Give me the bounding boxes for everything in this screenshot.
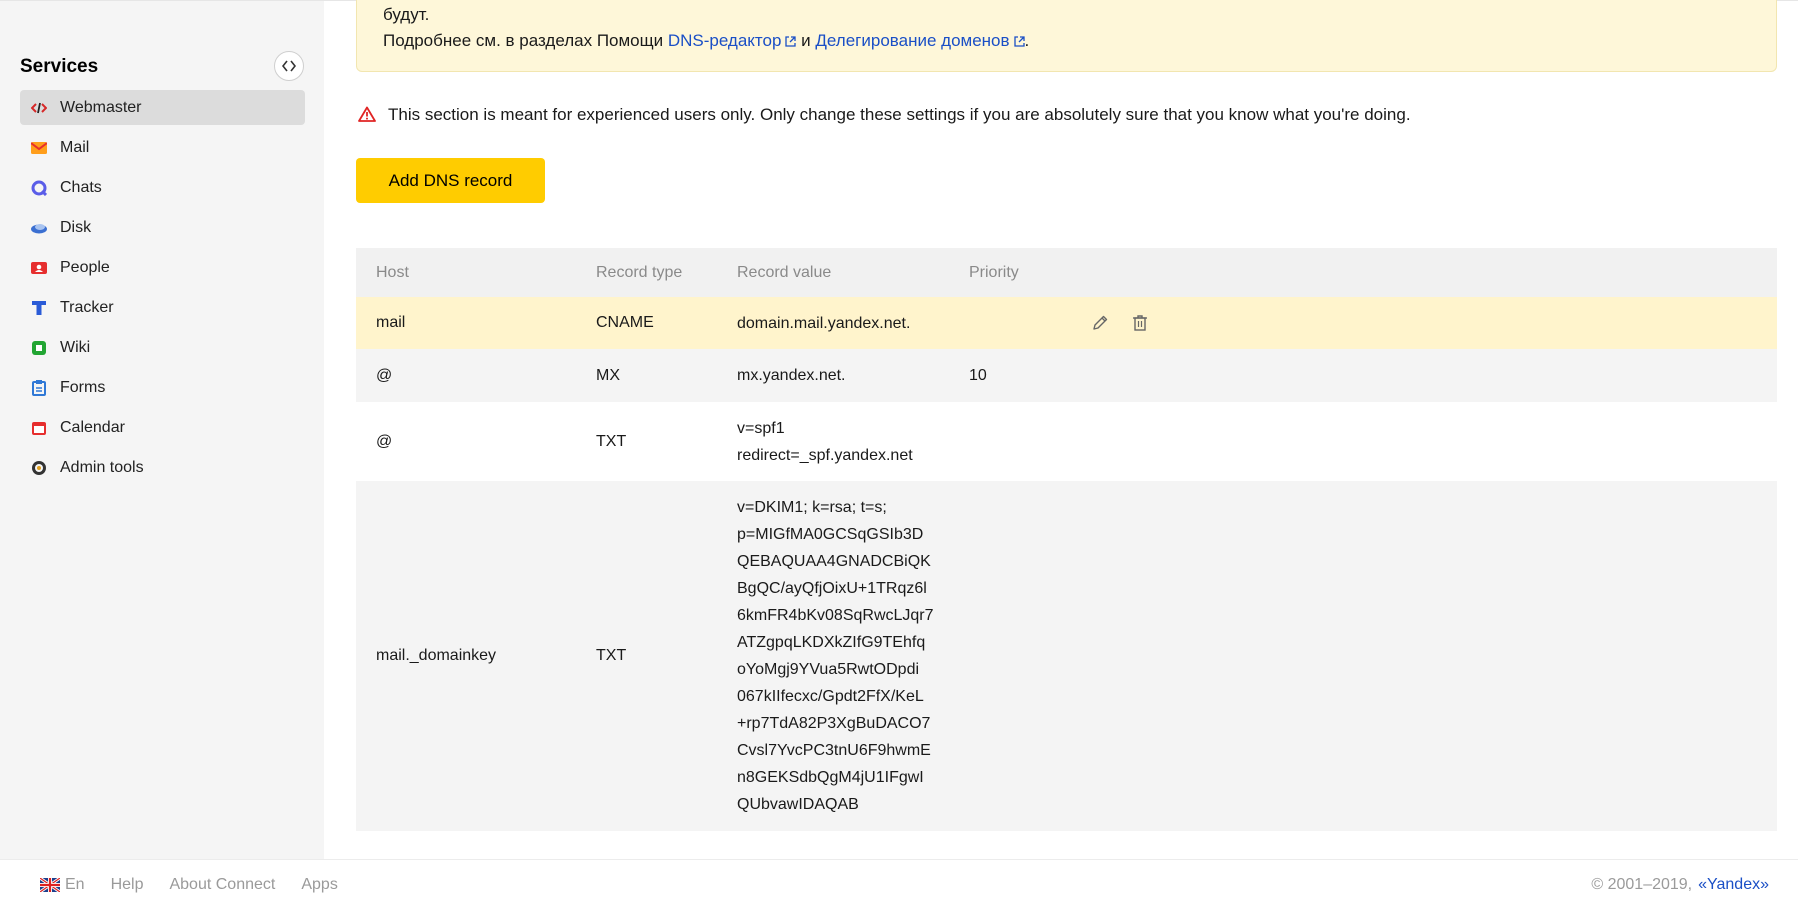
table-row[interactable]: @ MX mx.yandex.net. 10 — [356, 349, 1777, 402]
sidebar-item-admin-tools[interactable]: Admin tools — [20, 450, 305, 485]
language-label: En — [65, 876, 85, 893]
cell-priority: 10 — [969, 366, 987, 384]
sidebar-item-calendar[interactable]: Calendar — [20, 410, 305, 445]
warning-triangle-icon — [358, 106, 376, 124]
yandex-link[interactable]: «Yandex» — [1698, 876, 1769, 894]
sidebar-item-label: Wiki — [60, 338, 91, 356]
banner-connector: и — [796, 31, 816, 50]
table-row[interactable]: @ TXT v=spf1 redirect=_spf.yandex.net — [356, 402, 1777, 481]
pencil-icon — [1093, 315, 1108, 330]
about-connect-link[interactable]: About Connect — [169, 876, 275, 894]
dns-records-table: Host Record type Record value Priority m… — [356, 248, 1777, 831]
edit-record-button[interactable] — [1089, 312, 1111, 334]
domain-delegation-link[interactable]: Делегирование доменов — [815, 31, 1025, 50]
banner-prefix: Подробнее см. в разделах Помощи — [383, 31, 668, 50]
wiki-icon — [30, 339, 48, 357]
webmaster-icon — [30, 99, 48, 117]
help-link[interactable]: Help — [111, 876, 144, 894]
sidebar-item-mail[interactable]: Mail — [20, 130, 305, 165]
cell-record-value: v=spf1 redirect=_spf.yandex.net — [737, 419, 913, 464]
sidebar-item-wiki[interactable]: Wiki — [20, 330, 305, 365]
uk-flag-icon — [40, 878, 60, 892]
dns-editor-link[interactable]: DNS-редактор — [668, 31, 797, 50]
column-header-record-type: Record type — [596, 263, 683, 281]
banner-line-1: будут. — [383, 5, 430, 24]
cell-record-value: mx.yandex.net. — [737, 367, 846, 384]
cell-record-type: TXT — [596, 647, 627, 664]
calendar-icon — [30, 419, 48, 437]
sidebar-item-label: Calendar — [60, 418, 125, 436]
sidebar-item-label: Chats — [60, 178, 102, 196]
footer: En Help About Connect Apps © 2001–2019, … — [0, 859, 1798, 917]
sidebar-item-chats[interactable]: Chats — [20, 170, 305, 205]
admin-tools-icon — [30, 459, 48, 477]
column-header-priority: Priority — [969, 263, 1019, 281]
external-link-icon — [785, 36, 797, 47]
column-header-host: Host — [376, 263, 409, 281]
cell-host: mail._domainkey — [376, 647, 497, 664]
footer-copyright: © 2001–2019, «Yandex» — [1591, 860, 1769, 910]
table-row[interactable]: mail CNAME domain.mail.yandex.net. — [356, 297, 1777, 349]
main-content: будут. Подробнее см. в разделах Помощи D… — [324, 0, 1798, 859]
cell-host: @ — [376, 366, 393, 384]
tracker-icon — [30, 299, 48, 317]
delete-record-button[interactable] — [1129, 312, 1151, 334]
warning-text: This section is meant for experienced us… — [388, 105, 1411, 124]
sidebar-item-people[interactable]: People — [20, 250, 305, 285]
banner-suffix: . — [1024, 31, 1030, 50]
mail-icon — [30, 139, 48, 157]
sidebar-item-forms[interactable]: Forms — [20, 370, 305, 405]
cell-record-type: TXT — [596, 432, 627, 450]
app-root: Services Webmaster Mail Chats Disk Peopl… — [0, 0, 1798, 917]
row-actions — [1089, 312, 1209, 334]
table-row[interactable]: mail._domainkey TXT v=DKIM1; k=rsa; t=s;… — [356, 481, 1777, 831]
sidebar-list: Webmaster Mail Chats Disk People Tracker… — [20, 90, 305, 490]
sidebar-item-label: Admin tools — [60, 458, 144, 476]
footer-links: En Help About Connect Apps — [40, 860, 364, 910]
column-header-record-value: Record value — [737, 264, 832, 281]
sidebar-item-label: Tracker — [60, 298, 114, 316]
sidebar-item-label: Webmaster — [60, 98, 142, 116]
apps-link[interactable]: Apps — [301, 876, 337, 894]
add-dns-record-button[interactable]: Add DNS record — [356, 158, 545, 203]
domain-delegation-link-text: Делегирование доменов — [815, 31, 1010, 50]
sidebar-item-label: Forms — [60, 378, 106, 396]
sidebar-header: Services — [20, 49, 304, 85]
forms-icon — [30, 379, 48, 397]
sidebar-item-disk[interactable]: Disk — [20, 210, 305, 245]
cell-host: @ — [376, 432, 393, 450]
cell-record-type: MX — [596, 366, 620, 384]
dns-editor-link-text: DNS-редактор — [667, 31, 782, 50]
cell-record-value: domain.mail.yandex.net. — [737, 314, 911, 332]
cell-host: mail — [376, 314, 406, 331]
sidebar-item-label: Mail — [60, 138, 90, 156]
language-switcher[interactable]: En — [40, 876, 85, 894]
code-brackets-icon — [282, 60, 296, 72]
cell-record-value: v=DKIM1; k=rsa; t=s; p=MIGfMA0GCSqGSIb3D… — [737, 499, 934, 813]
info-banner: будут. Подробнее см. в разделах Помощи D… — [356, 0, 1777, 72]
copyright-text: © 2001–2019, — [1591, 876, 1693, 893]
sidebar-item-label: Disk — [60, 218, 92, 236]
sidebar-item-label: People — [60, 258, 110, 276]
banner-line-2: Подробнее см. в разделах Помощи DNS-реда… — [383, 28, 1750, 54]
sidebar-item-webmaster[interactable]: Webmaster — [20, 90, 305, 125]
trash-icon — [1133, 315, 1147, 331]
people-icon — [30, 259, 48, 277]
sidebar-item-tracker[interactable]: Tracker — [20, 290, 305, 325]
sidebar: Services Webmaster Mail Chats Disk Peopl… — [0, 1, 324, 859]
warning-message: This section is meant for experienced us… — [358, 103, 1411, 127]
cell-record-type: CNAME — [596, 314, 654, 331]
external-link-icon — [1013, 36, 1025, 47]
chats-icon — [30, 179, 48, 197]
disk-icon — [30, 219, 48, 237]
sidebar-title: Services — [20, 56, 99, 77]
table-header: Host Record type Record value Priority — [356, 248, 1777, 297]
sidebar-collapse-button[interactable] — [274, 51, 304, 81]
